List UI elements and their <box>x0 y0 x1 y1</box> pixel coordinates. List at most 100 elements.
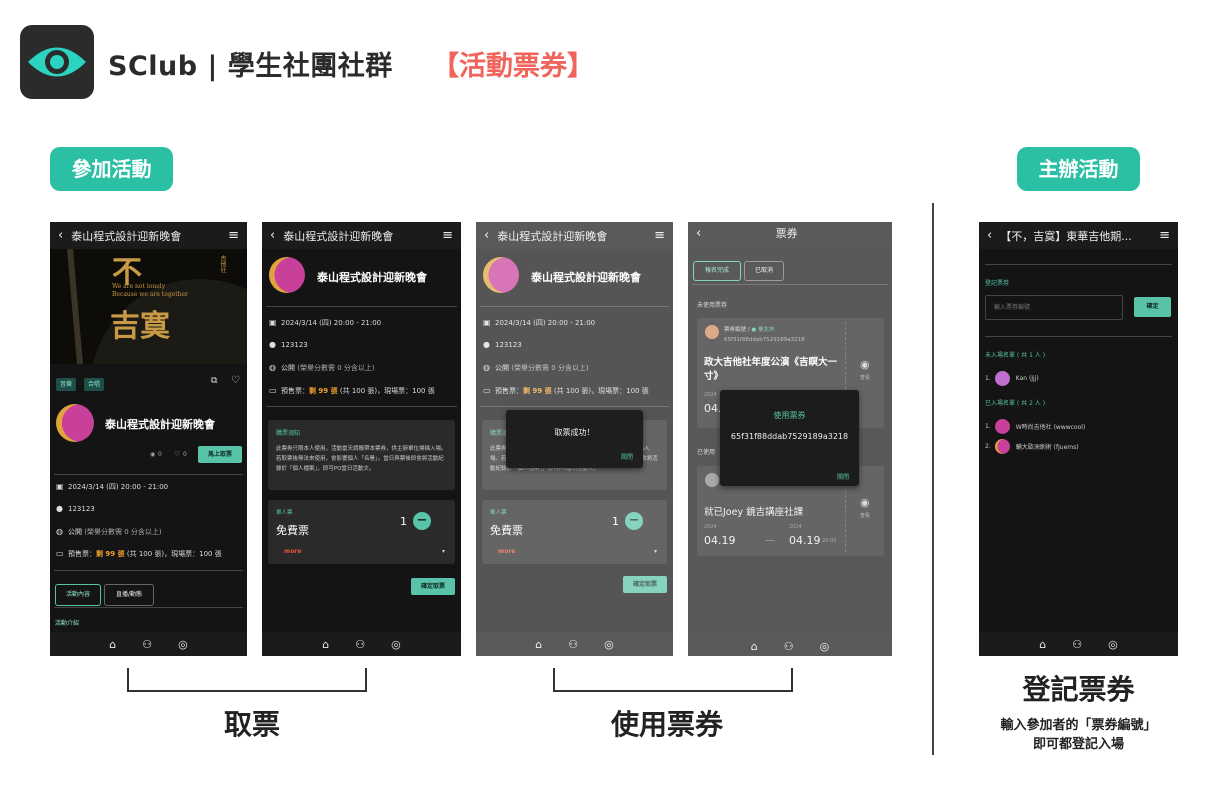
bottom-nav: ⌂ ⚇ ◎ <box>979 632 1178 656</box>
views-count: 0 <box>158 451 162 458</box>
back-icon[interactable]: ‹ <box>58 228 63 243</box>
tag-music[interactable]: 音樂 <box>56 378 77 391</box>
section-divider <box>932 203 934 755</box>
screen-title: 泰山程式設計迎新晚會 <box>71 229 182 243</box>
top-bar: ‹ 泰山程式設計迎新晚會 ≡ <box>50 222 247 249</box>
caption-get-ticket: 取票 <box>223 708 280 741</box>
register-description-line1: 輸入參加者的「票券編號」 <box>1000 718 1157 733</box>
dialog-title: 使用票券 <box>773 411 806 420</box>
home-icon[interactable]: ⌂ <box>322 638 329 651</box>
top-bar: ‹ 【不，吉寞】東華吉他期... ≡ <box>979 222 1178 249</box>
views-icon: ◉ <box>150 451 156 458</box>
use-ticket-dialog: 使用票券 65f31f88ddab7529189a3218 關閉 <box>720 390 859 486</box>
register-description-line2: 即可都登記入場 <box>1032 737 1124 752</box>
close-dialog-button[interactable]: 關閉 <box>621 452 633 461</box>
home-icon[interactable]: ⌂ <box>109 638 116 651</box>
avatar <box>994 438 1010 454</box>
screen-title: 泰山程式設計迎新晚會 <box>283 229 394 243</box>
event-location: ● 123123 <box>56 504 95 513</box>
purchase-notice: 購票須知 此票券只限本人使用，活動當天請攜帶本票券，供主辦單位掃描入場。若取票後… <box>268 420 455 490</box>
caption-register-ticket: 登記票券 <box>1022 673 1135 706</box>
tab-live-updates[interactable]: 直播/動態 <box>104 584 154 606</box>
not-entered-label: 未入場名單 ( 共 1 人 ) <box>985 352 1046 359</box>
poster-title-2: 吉寞 <box>110 309 170 344</box>
success-message: 取票成功！ <box>554 428 595 437</box>
tag-chorus[interactable]: 合唱 <box>84 378 105 391</box>
ticket-type-label: 單人票 <box>276 510 293 516</box>
event-poster: 不 We are not lonely Because we are toget… <box>50 249 247 364</box>
event-location: ● 123123 <box>269 340 308 349</box>
event-visibility: ◍ 公開 (榮譽分數需 0 分含以上) <box>269 363 375 372</box>
list-item[interactable]: 1. Kan (Jjj) <box>985 370 1039 386</box>
globe-icon: ◍ <box>269 363 276 372</box>
globe-icon: ◍ <box>56 527 63 536</box>
bottom-nav: ⌂ ⚇ ◎ <box>50 632 247 656</box>
poster-side-text: 吉他社 <box>219 255 226 273</box>
event-presale: ▭ 預售票：剩 99 張 (共 100 張)，現場票：100 張 <box>269 386 435 395</box>
screen-take-ticket: ‹ 泰山程式設計迎新晚會 ≡ 泰山程式設計迎新晚會 ▣ 2024/3/14 (四)… <box>262 222 461 656</box>
ticket-code-display: 65f31f88ddab7529189a3218 <box>730 432 849 441</box>
event-visibility: ◍ 公開 (榮譽分數需 0 分含以上) <box>56 527 162 536</box>
location-pin-icon: ● <box>269 340 276 349</box>
notice-text: 此票券只限本人使用，活動當天請攜帶本票券，供主辦單位掃描入場。若取票後無法來使用… <box>276 446 447 472</box>
close-dialog-button[interactable]: 關閉 <box>837 472 849 481</box>
bottom-nav: ⌂ ⚇ ◎ <box>262 632 461 656</box>
list-item[interactable]: 1. W時尚吉他社 (wwwcool) <box>985 418 1085 434</box>
ticket-selector: 單人票 免費票 1 − more ▾ <box>268 500 455 564</box>
divider <box>266 306 457 307</box>
more-link[interactable]: more <box>284 548 301 555</box>
event-presale: ▭ 預售票：剩 99 張 (共 100 張)，現場票：100 張 <box>56 549 222 558</box>
divider <box>985 336 1172 337</box>
host-section-label: 主辦活動 <box>1017 147 1140 191</box>
ticket-name: 免費票 <box>276 524 309 537</box>
success-dialog: 取票成功！ 關閉 <box>506 410 643 468</box>
menu-icon[interactable]: ≡ <box>1159 228 1170 243</box>
screen-title: 【不，吉寞】東華吉他期... <box>1000 229 1132 243</box>
calendar-icon: ▣ <box>56 482 64 491</box>
profile-icon[interactable]: ◎ <box>178 638 188 651</box>
likes-icon: ♡ <box>174 450 181 458</box>
bracket-get-ticket <box>127 668 367 692</box>
avatar <box>994 370 1010 386</box>
divider <box>985 264 1172 265</box>
event-date: ▣ 2024/3/14 (四) 20:00 - 21:00 <box>269 318 382 327</box>
join-section-label: 參加活動 <box>50 147 173 191</box>
eye-icon <box>28 47 86 77</box>
home-icon[interactable]: ⌂ <box>1039 638 1046 651</box>
caption-use-ticket: 使用票券 <box>610 708 723 741</box>
register-confirm-button[interactable]: 確定 <box>1134 297 1171 317</box>
people-icon[interactable]: ⚇ <box>1072 638 1082 651</box>
ticket-icon: ▭ <box>269 386 277 395</box>
tab-event-content[interactable]: 活動內容 <box>55 584 101 606</box>
people-icon[interactable]: ⚇ <box>355 638 365 651</box>
back-icon[interactable]: ‹ <box>270 228 275 243</box>
location-pin-icon: ● <box>56 504 63 513</box>
list-item[interactable]: 2. 輔大歐洲劍術 (fjuems) <box>985 438 1079 454</box>
confirm-ticket-button[interactable]: 確定取票 <box>411 578 455 595</box>
minus-icon[interactable]: − <box>413 512 431 530</box>
menu-icon[interactable]: ≡ <box>228 228 239 243</box>
profile-icon[interactable]: ◎ <box>391 638 401 651</box>
event-title: 泰山程式設計迎新晚會 <box>317 271 427 284</box>
dropdown-icon[interactable]: ▾ <box>442 548 445 555</box>
menu-icon[interactable]: ≡ <box>442 228 453 243</box>
get-ticket-button[interactable]: 馬上取票 <box>198 446 242 463</box>
poster-english-1: We are not lonely <box>112 283 166 290</box>
divider <box>54 570 243 571</box>
entered-label: 已入場名單 ( 共 2 人 ) <box>985 400 1046 407</box>
ticket-code-input[interactable] <box>985 295 1123 320</box>
avatar <box>994 418 1010 434</box>
poster-english-2: Because we are together <box>112 291 188 298</box>
copy-icon[interactable]: ⧉ <box>211 376 217 386</box>
top-bar: ‹ 泰山程式設計迎新晚會 ≡ <box>262 222 461 249</box>
profile-icon[interactable]: ◎ <box>1108 638 1118 651</box>
screen-register-tickets: ‹ 【不，吉寞】東華吉他期... ≡ 登記票券 確定 未入場名單 ( 共 1 人… <box>979 222 1178 656</box>
heart-icon[interactable]: ♡ <box>231 375 240 386</box>
event-date: ▣ 2024/3/14 (四) 20:00 - 21:00 <box>56 482 169 491</box>
divider <box>54 474 243 475</box>
notice-title: 購票須知 <box>276 430 301 437</box>
back-icon[interactable]: ‹ <box>987 228 992 243</box>
screen-ticket-success: ‹ 泰山程式設計迎新晚會 ≡ 泰山程式設計迎新晚會 ▣ 2024/3/14 (四)… <box>476 222 673 656</box>
people-icon[interactable]: ⚇ <box>142 638 152 651</box>
club-avatar <box>56 404 94 442</box>
